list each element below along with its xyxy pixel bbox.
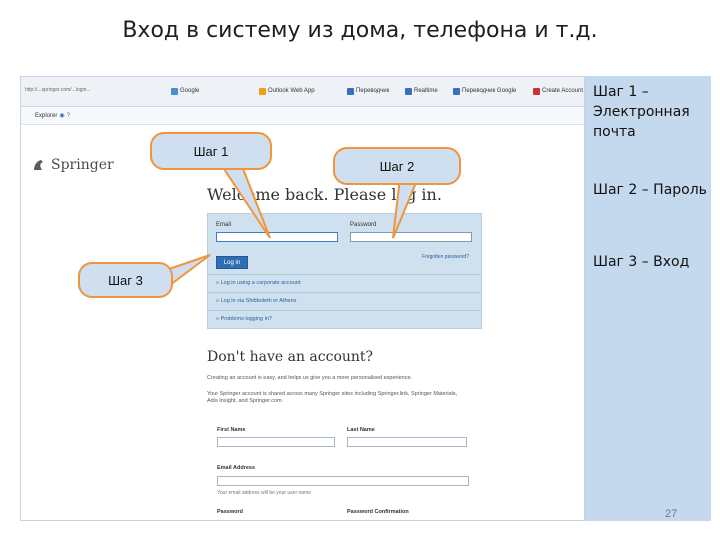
password-reg-label: Password xyxy=(217,509,243,515)
step-2-text: Шаг 2 – Пароль xyxy=(593,182,707,198)
bookmark-label: Google xyxy=(180,88,200,94)
slide-title: Вход в систему из дома, телефона и т.д. xyxy=(122,18,598,43)
globe-icon: ◉ xyxy=(59,113,65,119)
divider xyxy=(208,274,481,275)
register-info: Your Springer account is shared across m… xyxy=(207,391,458,404)
password-label: Password xyxy=(350,222,377,228)
login-screenshot: http://...springer.com/...login... Googl… xyxy=(20,76,585,521)
login-box: Email Password Log in Forgotten password… xyxy=(207,213,482,329)
no-account-heading: Don't have an account? xyxy=(207,349,374,365)
bookmark-label: Переводчик Google xyxy=(462,88,517,94)
email-label: Email xyxy=(216,222,232,228)
bookmark-realtime[interactable]: Realtime xyxy=(405,85,438,97)
bookmark-icon xyxy=(405,87,412,95)
last-name-label: Last Name xyxy=(347,427,375,433)
last-name-field[interactable] xyxy=(347,437,467,447)
bookmark-label: Realtime xyxy=(414,88,438,94)
callout-step-3: Шаг 3 xyxy=(78,262,173,298)
account-icon xyxy=(533,87,540,95)
shibboleth-login-link[interactable]: » Log in via Shibboleth or Athens xyxy=(216,298,296,304)
bookmark-translate[interactable]: Переводчик xyxy=(347,85,389,97)
page-number: 27 xyxy=(665,508,678,520)
bookmark-outlook[interactable]: Outlook Web App xyxy=(259,85,315,97)
step-3-text: Шаг 3 – Вход xyxy=(593,254,690,270)
bookmark-label: Create Account xyxy=(542,88,584,94)
password-confirm-label: Password Confirmation xyxy=(347,509,409,515)
first-name-label: First Name xyxy=(217,427,246,433)
divider xyxy=(208,292,481,293)
email-field[interactable] xyxy=(216,232,338,242)
toolbar-label: Explorer xyxy=(35,112,58,119)
translate-icon xyxy=(347,87,354,95)
browser-bar: http://...springer.com/...login... Googl… xyxy=(21,77,584,107)
help-icon: ? xyxy=(66,112,70,119)
springer-horse-icon xyxy=(34,160,43,170)
url-field[interactable]: http://...springer.com/...login... xyxy=(25,87,91,93)
callout-step-2: Шаг 2 xyxy=(333,147,461,185)
login-button[interactable]: Log in xyxy=(216,256,248,269)
first-name-field[interactable] xyxy=(217,437,335,447)
outlook-icon xyxy=(259,87,266,95)
bookmark-label: Outlook Web App xyxy=(268,88,315,94)
steps-panel: Шаг 1 – Электронная почта Шаг 2 – Пароль… xyxy=(585,76,711,521)
forgot-password-link[interactable]: Forgotten password? xyxy=(422,254,469,260)
google-icon xyxy=(171,87,178,95)
callout-step-1: Шаг 1 xyxy=(150,132,272,170)
register-intro: Creating an account is easy, and helps u… xyxy=(207,375,413,381)
browser-toolbar: Explorer ◉ ? xyxy=(21,107,584,125)
corporate-login-link[interactable]: » Log in using a corporate account xyxy=(216,280,300,286)
step-1-text: Шаг 1 – Электронная почта xyxy=(593,84,690,140)
email-address-field[interactable] xyxy=(217,476,469,486)
bookmark-label: Переводчик xyxy=(356,88,390,94)
bookmark-google-translate[interactable]: Переводчик Google xyxy=(453,85,516,97)
springer-logo[interactable]: Springer xyxy=(31,157,114,173)
password-field[interactable] xyxy=(350,232,472,242)
problems-login-link[interactable]: » Problems logging in? xyxy=(216,316,272,322)
toolbar-explorer[interactable]: Explorer ◉ ? xyxy=(35,112,70,120)
logo-text: Springer xyxy=(51,157,114,173)
email-address-label: Email Address xyxy=(217,465,256,471)
bookmark-google[interactable]: Google xyxy=(171,85,199,97)
divider xyxy=(208,310,481,311)
google-translate-icon xyxy=(453,87,460,95)
bookmark-create-account[interactable]: Create Account xyxy=(533,85,583,97)
email-hint: Your email address will be your user nam… xyxy=(217,490,312,496)
welcome-heading: Welcome back. Please log in. xyxy=(207,185,442,204)
